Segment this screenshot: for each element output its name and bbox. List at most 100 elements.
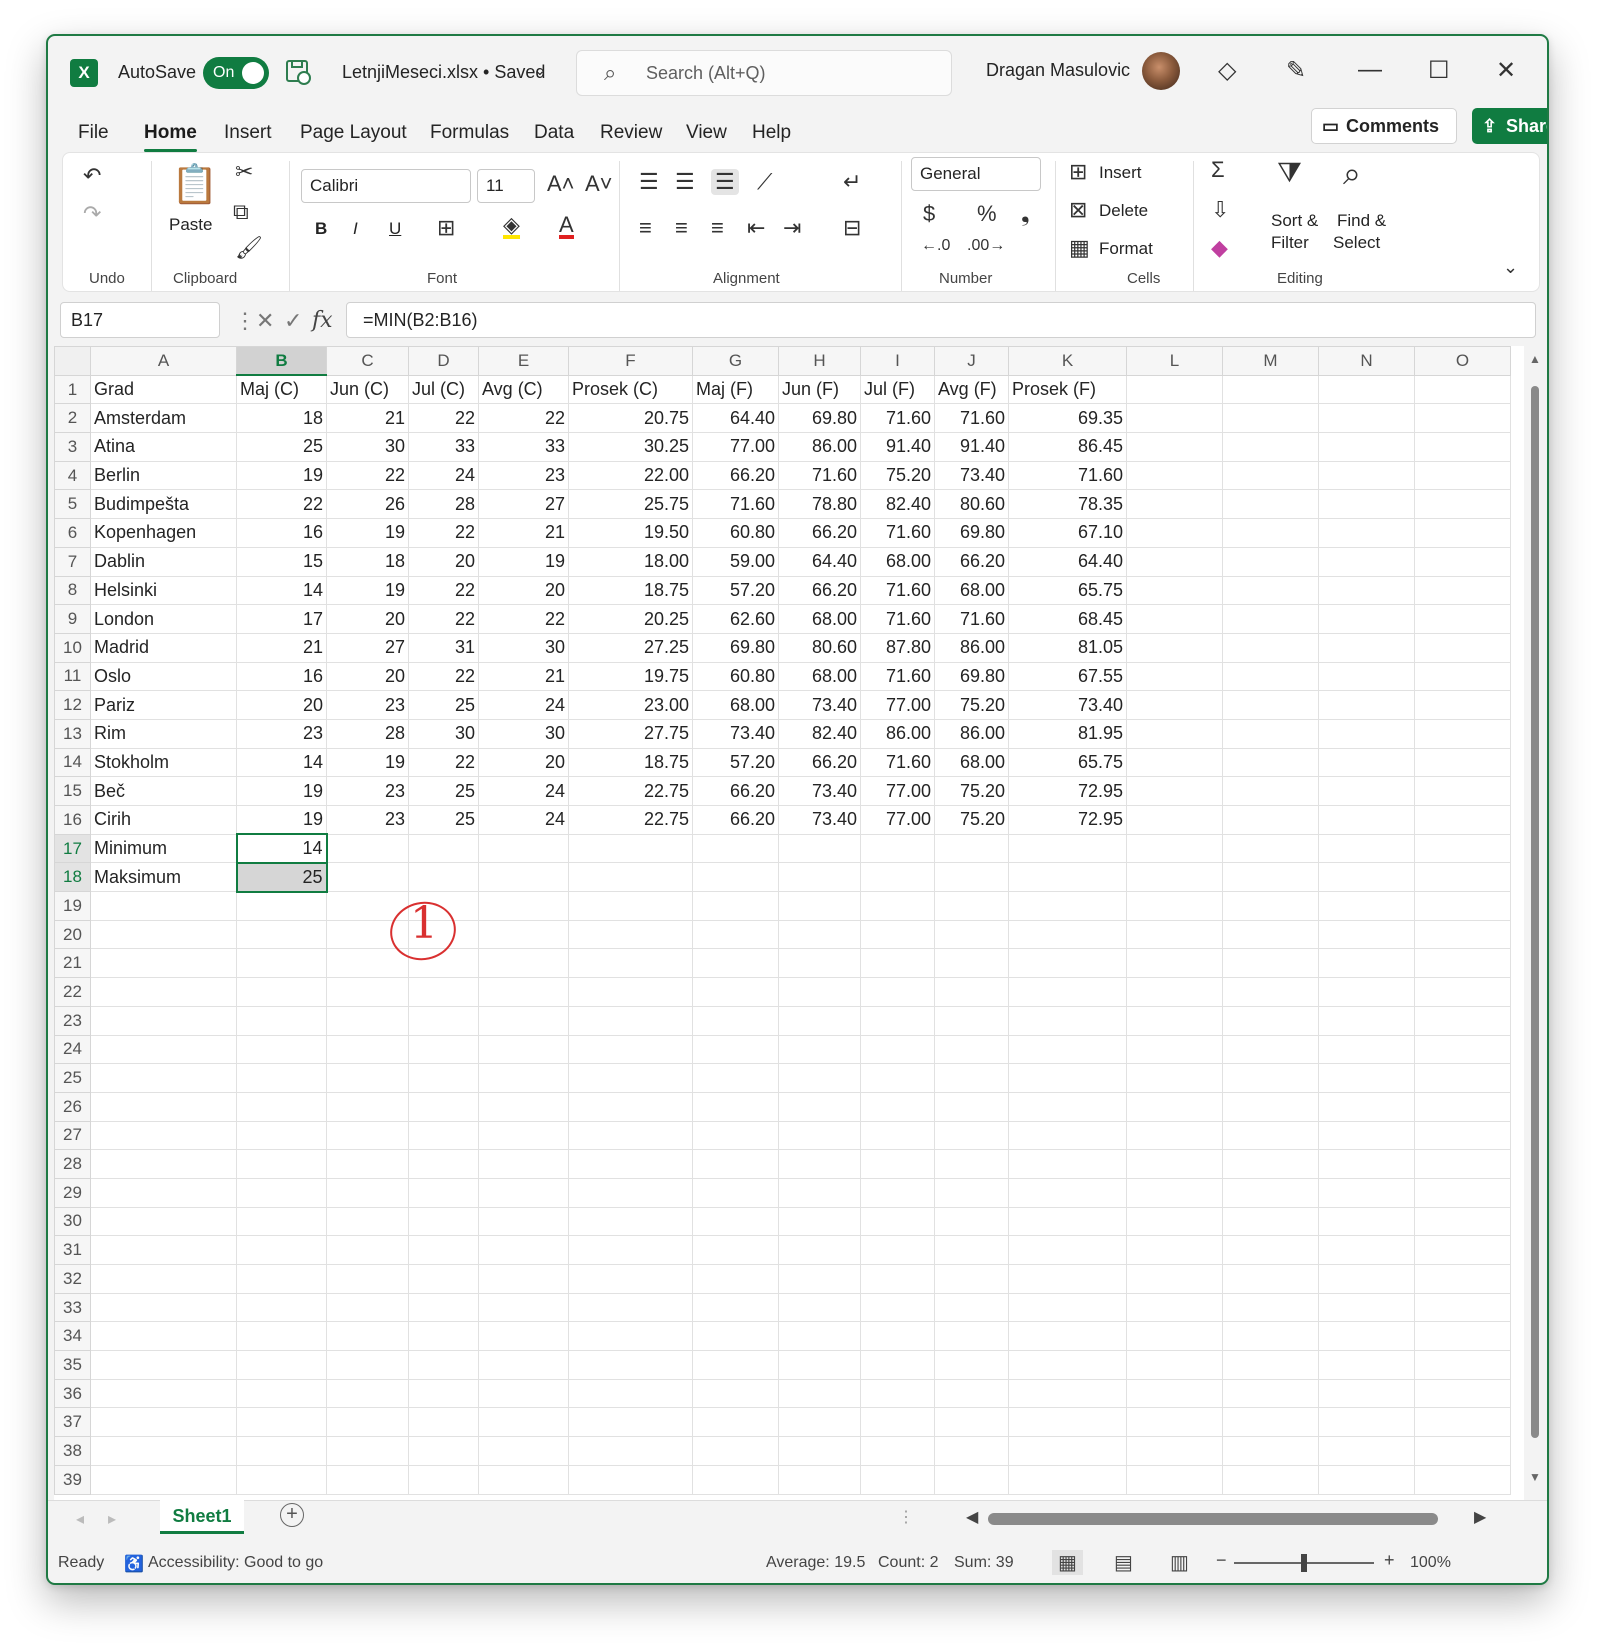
cell[interactable]	[478, 1378, 569, 1409]
cell[interactable]	[236, 1120, 327, 1151]
cell[interactable]	[692, 1321, 779, 1352]
cell[interactable]: 26	[326, 489, 409, 520]
wrap-text-icon[interactable]: ↵	[843, 169, 861, 195]
cell[interactable]	[236, 977, 327, 1007]
cell[interactable]	[1414, 546, 1511, 577]
cell[interactable]	[478, 977, 569, 1007]
merge-center-icon[interactable]: ⊟	[843, 215, 861, 241]
cell[interactable]	[1222, 1120, 1319, 1151]
cell[interactable]	[860, 1120, 935, 1151]
cell[interactable]: 60.80	[692, 661, 779, 692]
column-header[interactable]: M	[1222, 346, 1319, 376]
cell[interactable]	[1126, 833, 1223, 864]
cell[interactable]: London	[90, 604, 237, 634]
cell[interactable]	[1222, 604, 1319, 634]
row-header[interactable]: 27	[54, 1120, 91, 1151]
cell[interactable]	[1126, 1464, 1223, 1495]
cell[interactable]	[860, 1292, 935, 1323]
cell[interactable]: 64.40	[692, 403, 779, 434]
status-sum[interactable]: Sum: 39	[954, 1554, 1014, 1572]
cell[interactable]	[934, 862, 1009, 893]
cell[interactable]	[1222, 489, 1319, 520]
cell[interactable]	[1318, 776, 1415, 806]
cell[interactable]: 67.55	[1008, 661, 1127, 692]
cell[interactable]	[1008, 948, 1127, 979]
cell[interactable]: 27	[326, 632, 409, 663]
cell[interactable]: 20.75	[568, 403, 693, 434]
cell[interactable]	[1414, 833, 1511, 864]
cell[interactable]	[568, 1292, 693, 1323]
cell[interactable]	[1222, 718, 1319, 749]
cell[interactable]	[1222, 460, 1319, 491]
cell[interactable]	[1318, 1005, 1415, 1036]
row-header[interactable]: 18	[54, 862, 91, 893]
cell[interactable]: 75.20	[860, 460, 935, 491]
cell[interactable]	[778, 1321, 861, 1352]
cell[interactable]	[236, 1292, 327, 1323]
cell[interactable]	[236, 919, 327, 950]
cell[interactable]: 19	[236, 776, 327, 806]
column-header[interactable]: K	[1008, 346, 1127, 376]
cell[interactable]: 71.60	[778, 460, 861, 491]
tab-data[interactable]: Data	[534, 122, 574, 144]
cell[interactable]: 14	[235, 833, 328, 864]
cell[interactable]	[692, 862, 779, 893]
cell[interactable]	[934, 1034, 1009, 1065]
cell[interactable]	[1318, 632, 1415, 663]
cell[interactable]: 73.40	[934, 460, 1009, 491]
cell[interactable]: 81.95	[1008, 718, 1127, 749]
font-size-select[interactable]: 11	[477, 169, 535, 203]
cell[interactable]: 86.00	[860, 718, 935, 749]
cell[interactable]: Maj (C)	[236, 374, 327, 405]
cell[interactable]: 22	[478, 604, 569, 634]
cell[interactable]	[1222, 1464, 1319, 1495]
formula-input[interactable]: =MIN(B2:B16)	[346, 302, 1536, 338]
cell[interactable]	[1008, 1063, 1127, 1093]
row-header[interactable]: 22	[54, 977, 91, 1007]
cell[interactable]	[692, 1034, 779, 1065]
cell[interactable]	[860, 1091, 935, 1122]
align-bottom-icon[interactable]: ☰	[711, 169, 739, 195]
cell[interactable]	[1318, 948, 1415, 979]
cell[interactable]	[478, 919, 569, 950]
cell[interactable]	[1126, 632, 1223, 663]
cell[interactable]	[408, 1091, 479, 1122]
cell[interactable]	[1318, 1120, 1415, 1151]
column-header[interactable]: L	[1126, 346, 1223, 376]
comments-button[interactable]: ▭ Comments	[1311, 108, 1457, 144]
cell[interactable]	[1318, 919, 1415, 950]
cell[interactable]	[478, 1264, 569, 1294]
cell[interactable]	[1318, 460, 1415, 491]
column-header[interactable]: D	[408, 346, 479, 376]
cell[interactable]	[1008, 1206, 1127, 1237]
cell[interactable]	[778, 977, 861, 1007]
cell[interactable]	[1008, 1436, 1127, 1466]
cell[interactable]	[478, 891, 569, 921]
cell[interactable]	[1222, 432, 1319, 462]
cell[interactable]	[1318, 374, 1415, 405]
cell[interactable]	[1126, 1436, 1223, 1466]
cell[interactable]	[934, 1321, 1009, 1352]
cell[interactable]	[1008, 1264, 1127, 1294]
cell[interactable]: 22	[236, 489, 327, 520]
cell[interactable]	[478, 1407, 569, 1438]
cell[interactable]	[1414, 1407, 1511, 1438]
cell[interactable]	[1126, 747, 1223, 778]
cell[interactable]	[236, 1149, 327, 1179]
status-count[interactable]: Count: 2	[878, 1554, 938, 1572]
align-left-icon[interactable]: ≡	[639, 215, 652, 241]
cell[interactable]	[408, 1005, 479, 1036]
cell[interactable]: Minimum	[90, 833, 237, 864]
cell[interactable]: 21	[236, 632, 327, 663]
cell[interactable]	[408, 833, 479, 864]
cell[interactable]: 77.00	[860, 805, 935, 835]
insert-cells-button[interactable]: Insert	[1099, 163, 1142, 183]
row-header[interactable]: 24	[54, 1034, 91, 1065]
row-header[interactable]: 28	[54, 1149, 91, 1179]
font-color-icon[interactable]: A	[559, 214, 574, 239]
cell[interactable]	[236, 1321, 327, 1352]
pen-icon[interactable]: ✎	[1286, 56, 1306, 85]
cell[interactable]: Cirih	[90, 805, 237, 835]
cell[interactable]: 20	[326, 661, 409, 692]
cell[interactable]	[1126, 518, 1223, 548]
